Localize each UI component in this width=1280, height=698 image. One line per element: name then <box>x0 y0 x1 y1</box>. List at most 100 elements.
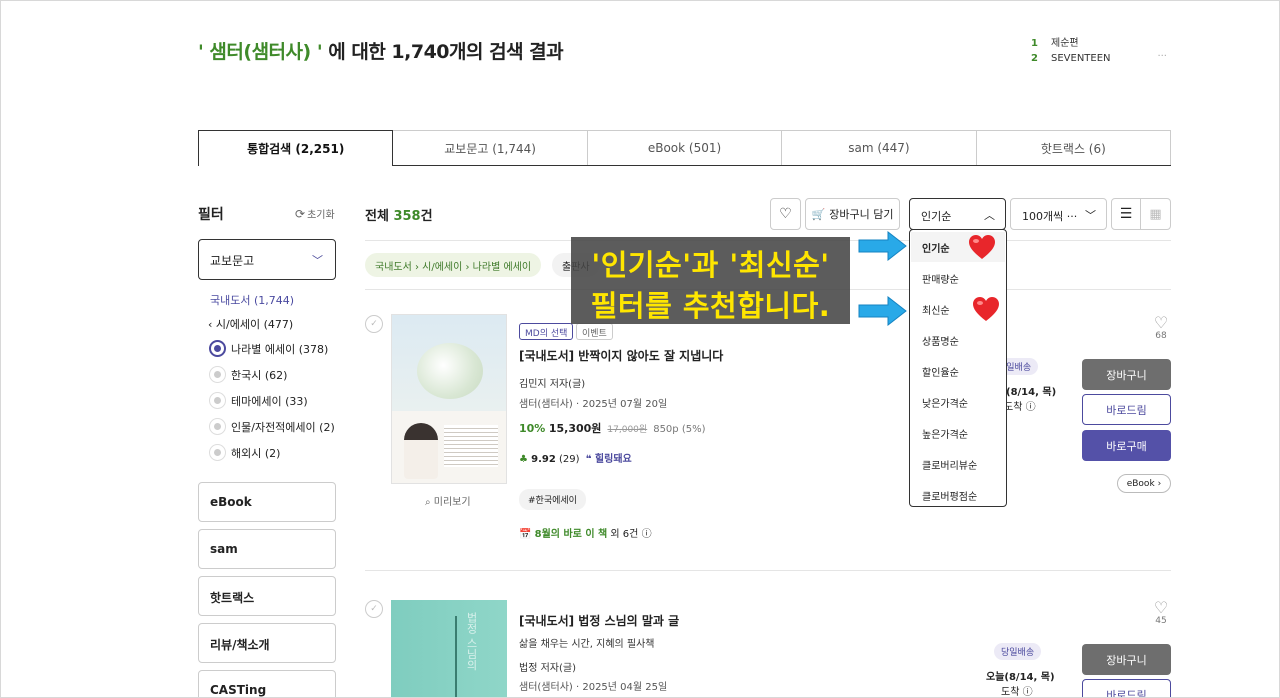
tab-ebook[interactable]: eBook (501) <box>587 130 783 165</box>
sort-value: 인기순 <box>921 210 952 223</box>
heart-icon <box>969 235 995 259</box>
category-poetry-label: 시/에세이 (477) <box>215 318 294 331</box>
select-checkbox[interactable]: ✓ <box>365 600 383 618</box>
sidebar-section-ebook[interactable]: eBook <box>198 482 336 522</box>
heart-icon <box>973 297 999 321</box>
arrow-right-icon <box>858 295 907 327</box>
buy-now-button[interactable]: 바로구매 <box>1082 430 1171 461</box>
arrival-label: 도착 ⓘ <box>1001 687 1033 698</box>
filter-option[interactable]: 나라별 에세이 (378) <box>209 340 328 357</box>
arrival-date: 오늘(8/14, 목) <box>986 672 1055 683</box>
sort-option-review-count[interactable]: 클로버리뷰순 <box>922 457 977 472</box>
preview-button[interactable]: ⌕ 미리보기 <box>425 493 471 508</box>
rank-keyword[interactable]: 제순편 <box>1051 38 1079 49</box>
original-price: 17,000원 <box>607 425 648 435</box>
wish-button[interactable]: ♡ 68 <box>1151 315 1171 342</box>
same-day-badge: 당일배송 <box>994 643 1042 660</box>
sidebar-section-review[interactable]: 리뷰/책소개 <box>198 623 336 663</box>
recommendation-overlay: '인기순'과 '최신순' 필터를 추천합니다. <box>571 237 850 324</box>
filter-option-label: 인물/자전적에세이 (2) <box>231 420 335 434</box>
radio-selected[interactable] <box>209 340 226 357</box>
book-publisher: 샘터(샘터사) · 2025년 04월 25일 <box>519 682 668 693</box>
list-view-button[interactable]: ☰ <box>1111 198 1141 230</box>
chevron-up-icon: ︿ <box>984 209 995 222</box>
filter-option[interactable]: 테마에세이 (33) <box>209 392 308 409</box>
sort-option-newest[interactable]: 최신순 <box>922 302 950 317</box>
grid-view-button[interactable]: ▦ <box>1140 198 1171 230</box>
rank-keyword[interactable]: SEVENTEEN <box>1051 53 1111 63</box>
baro-dream-button[interactable]: 바로드림 <box>1082 394 1171 425</box>
sort-option-sales[interactable]: 판매량순 <box>922 271 959 286</box>
page-size-select[interactable]: 100개씩 ··· ﹀ <box>1010 198 1107 230</box>
wish-count: 68 <box>1155 331 1167 341</box>
info-icon: ⓘ <box>1025 402 1036 413</box>
overlay-line-1: '인기순'과 '최신순' <box>591 248 830 282</box>
filter-option-label: 테마에세이 (33) <box>231 394 308 408</box>
baro-dream-button[interactable]: 바로드림 <box>1082 679 1171 697</box>
wish-button[interactable]: ♡ 45 <box>1151 600 1171 627</box>
refresh-icon: ⟳ <box>295 207 306 221</box>
monthly-pick[interactable]: 📅 8월의 바로 이 책 외 6건 ⓘ <box>519 525 652 540</box>
kyobo-filter-toggle[interactable]: 교보문고 ﹀ <box>198 239 336 280</box>
radio[interactable] <box>209 418 226 435</box>
select-checkbox[interactable]: ✓ <box>365 315 383 333</box>
sort-option-low-price[interactable]: 낮은가격순 <box>922 395 968 410</box>
radio[interactable] <box>209 366 226 383</box>
reward-points: 850p (5%) <box>653 424 706 435</box>
discount-rate: 10% <box>519 422 546 435</box>
tab-integrated[interactable]: 통합검색 (2,251) <box>198 130 394 166</box>
sidebar-section-sam[interactable]: sam <box>198 529 336 569</box>
cart-button[interactable]: 장바구니 <box>1082 644 1171 675</box>
sale-price: 15,300원 <box>548 422 602 435</box>
arrival-date: (8/14, 목) <box>1006 387 1057 398</box>
arrival-label: 도착 ⓘ <box>1004 402 1036 413</box>
clover-icon: ♣ <box>519 454 528 465</box>
cart-button[interactable]: 장바구니 <box>1082 359 1171 390</box>
book-author[interactable]: 법정 저자(글) <box>519 659 576 674</box>
chevron-right-icon: › <box>1157 478 1162 489</box>
add-to-cart-button[interactable]: 🛒 장바구니 담기 <box>805 198 900 230</box>
tab-kyobo[interactable]: 교보문고 (1,744) <box>393 130 588 165</box>
hashtag[interactable]: #한국에세이 <box>519 489 586 510</box>
arrow-right-icon <box>858 230 907 262</box>
sort-dropdown: 인기순 판매량순 최신순 상품명순 할인율순 낮은가격순 높은가격순 클로버리뷰… <box>909 229 1007 507</box>
event-badge: 이벤트 <box>576 323 613 340</box>
info-icon: ⓘ <box>1022 687 1033 698</box>
rating-count: (29) <box>559 454 580 465</box>
book-cover[interactable] <box>391 314 507 484</box>
sort-option-review-score[interactable]: 클로버평점순 <box>922 488 977 503</box>
rating-row: ♣ 9.92 (29) ❝ 힐링돼요 <box>519 450 632 465</box>
tab-hottracks[interactable]: 핫트랙스 (6) <box>976 130 1172 165</box>
radio[interactable] <box>209 444 226 461</box>
book-title[interactable]: [국내도서] 반짝이지 않아도 잘 지냅니다 <box>519 347 723 364</box>
radio[interactable] <box>209 392 226 409</box>
wishlist-button[interactable]: ♡ <box>770 198 801 230</box>
sidebar-section-casting[interactable]: CASTing <box>198 670 336 697</box>
book-author[interactable]: 김민지 저자(글) <box>519 375 585 390</box>
filter-option[interactable]: 한국시 (62) <box>209 366 287 383</box>
heart-icon: ♡ <box>779 206 792 222</box>
book-title[interactable]: [국내도서] 법정 스님의 말과 글 <box>519 612 679 629</box>
sort-option-discount[interactable]: 할인율순 <box>922 364 959 379</box>
popular-keyword-ticker[interactable]: 1 제순편 2 SEVENTEEN ··· <box>1031 31 1171 63</box>
price-row: 10% 15,300원 17,000원 850p (5%) <box>519 420 705 436</box>
review-keyword: ❝ 힐링돼요 <box>585 454 632 465</box>
category-domestic[interactable]: 국내도서 (1,744) <box>210 292 294 308</box>
monthly-pick-label: 8월의 바로 이 책 <box>534 529 608 540</box>
category-breadcrumb[interactable]: 국내도서 › 시/에세이 › 나라별 에세이 <box>365 253 542 277</box>
sort-option-popular[interactable]: 인기순 <box>922 240 950 255</box>
cart-label: 장바구니 담기 <box>829 208 894 221</box>
category-poetry-essay[interactable]: ‹ 시/에세이 (477) <box>208 316 293 332</box>
sort-select[interactable]: 인기순 ︿ <box>909 198 1006 230</box>
quote-icon: ❝ <box>585 454 595 465</box>
filter-option[interactable]: 인물/자전적에세이 (2) <box>209 418 335 435</box>
sort-option-high-price[interactable]: 높은가격순 <box>922 426 968 441</box>
tab-sam[interactable]: sam (447) <box>782 130 977 165</box>
book-cover[interactable]: 법정 스님의 <box>391 600 507 697</box>
reset-button[interactable]: ⟳ 초기화 <box>295 206 335 221</box>
filter-option[interactable]: 해외시 (2) <box>209 444 280 461</box>
chevron-left-icon: ‹ <box>208 318 216 331</box>
sidebar-section-hottracks[interactable]: 핫트랙스 <box>198 576 336 616</box>
sort-option-name[interactable]: 상품명순 <box>922 333 959 348</box>
ebook-link[interactable]: eBook › <box>1117 474 1171 493</box>
